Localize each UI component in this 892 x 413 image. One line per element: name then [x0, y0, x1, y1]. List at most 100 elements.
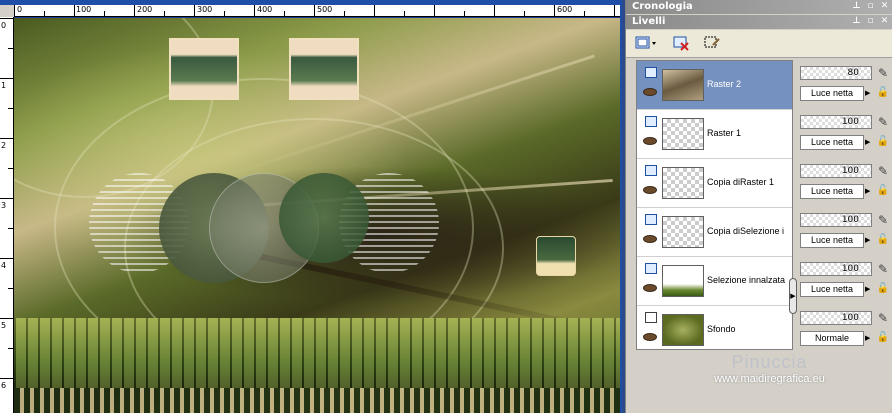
artwork-image[interactable]: [14, 18, 620, 413]
dropdown-arrow-icon[interactable]: ▶: [865, 234, 873, 247]
dropdown-arrow-icon[interactable]: ▶: [865, 332, 873, 345]
history-titlebar[interactable]: Cronologia ⊥ ▫ ✕: [626, 0, 892, 14]
raster-layer-icon: [645, 67, 657, 78]
ruler-tick: [44, 11, 45, 16]
eye-icon[interactable]: [643, 333, 657, 341]
blend-mode-select[interactable]: Luce netta: [800, 135, 864, 150]
lock-icon[interactable]: 🔓: [876, 233, 890, 247]
raster-layer-icon: [645, 214, 657, 225]
layer-row[interactable]: Raster 1: [637, 110, 792, 159]
dropdown-arrow-icon[interactable]: ▶: [865, 185, 873, 198]
ruler-tick: [224, 11, 225, 16]
layer-thumbnail: [662, 69, 704, 101]
brush-icon[interactable]: ✎: [876, 261, 890, 277]
opacity-value: 100: [841, 215, 859, 225]
ruler-top-label: 500: [317, 5, 333, 14]
layer-row[interactable]: Raster 2: [637, 61, 792, 110]
eye-icon[interactable]: [643, 284, 657, 292]
layers-title: Livelli: [632, 16, 666, 27]
layer-thumbnail: [662, 216, 704, 248]
opacity-slider[interactable]: 80: [800, 66, 872, 80]
app-root: 0 100 200 300 400 500 600 0 1 2 3 4 5 6 …: [0, 0, 892, 413]
layer-row[interactable]: Copia diRaster 1: [637, 159, 792, 208]
brush-icon[interactable]: ✎: [876, 65, 890, 81]
layer-name[interactable]: Selezione innalzata: [707, 275, 785, 285]
ruler-tick: [8, 228, 13, 229]
ruler-tick: [8, 108, 13, 109]
ruler-left-label: 3: [1, 201, 7, 210]
opacity-slider[interactable]: 100: [800, 115, 872, 129]
ruler-tick: [344, 11, 345, 16]
lock-icon[interactable]: 🔓: [876, 86, 890, 100]
ruler-left-label: 1: [1, 81, 7, 90]
eye-icon[interactable]: [643, 88, 657, 96]
brush-icon[interactable]: ✎: [876, 163, 890, 179]
brush-icon[interactable]: ✎: [876, 310, 890, 326]
brush-icon[interactable]: ✎: [876, 212, 890, 228]
ruler-top-label: 600: [557, 5, 573, 14]
blend-mode-select[interactable]: Luce netta: [800, 86, 864, 101]
new-layer-button[interactable]: [632, 34, 660, 54]
layer-name[interactable]: Copia diRaster 1: [707, 177, 774, 187]
layer-row[interactable]: Sfondo: [637, 306, 792, 355]
layer-name[interactable]: Raster 2: [707, 79, 741, 89]
layer-name[interactable]: Copia diSelezione i: [707, 226, 784, 236]
lamp-shape: [536, 236, 576, 276]
pin-icon[interactable]: ⊥: [851, 16, 862, 27]
ruler-tick: [8, 288, 13, 289]
layer-row[interactable]: Selezione innalzata: [637, 257, 792, 306]
dropdown-arrow-icon[interactable]: ▶: [865, 136, 873, 149]
close-icon[interactable]: ✕: [879, 16, 890, 27]
ruler-left-label: 6: [1, 381, 7, 390]
layer-thumbnail: [662, 265, 704, 297]
eye-icon[interactable]: [643, 186, 657, 194]
ruler-left-label: 0: [1, 21, 7, 30]
canvas-edge: [620, 5, 622, 413]
layers-toolbar: [626, 30, 892, 58]
layers-panel: Cronologia ⊥ ▫ ✕ Livelli ⊥ ▫ ✕ Raster 2 …: [625, 0, 892, 413]
layer-thumbnail: [662, 118, 704, 150]
ruler-tick: [134, 5, 135, 16]
lock-icon[interactable]: 🔓: [876, 184, 890, 198]
ruler-tick: [0, 198, 13, 199]
window-square-left: [169, 38, 239, 100]
ruler-tick: [0, 18, 13, 19]
layer-props-row: 100 ✎ Luce netta ▶ 🔓: [796, 207, 892, 256]
dropdown-arrow-icon[interactable]: ▶: [865, 283, 873, 296]
close-icon[interactable]: ✕: [879, 1, 890, 12]
opacity-slider[interactable]: 100: [800, 262, 872, 276]
dropdown-arrow-icon[interactable]: ▶: [865, 87, 873, 100]
canvas-area[interactable]: 0 100 200 300 400 500 600 0 1 2 3 4 5 6: [0, 0, 622, 413]
layers-titlebar[interactable]: Livelli ⊥ ▫ ✕: [626, 15, 892, 29]
ruler-top: 0 100 200 300 400 500 600: [14, 5, 620, 17]
brush-icon[interactable]: ✎: [876, 114, 890, 130]
opacity-slider[interactable]: 100: [800, 213, 872, 227]
layer-row[interactable]: Copia diSelezione i: [637, 208, 792, 257]
delete-layer-icon: [673, 35, 691, 54]
layers-list: Raster 2 Raster 1 Copia diRaster 1 Copia…: [636, 60, 793, 350]
layer-thumbnail: [662, 167, 704, 199]
mask-button[interactable]: [702, 34, 722, 54]
blend-mode-select[interactable]: Luce netta: [800, 233, 864, 248]
opacity-slider[interactable]: 100: [800, 164, 872, 178]
blend-mode-select[interactable]: Luce netta: [800, 184, 864, 199]
blend-mode-select[interactable]: Normale: [800, 331, 864, 346]
layer-props-row: 100 ✎ Luce netta ▶ 🔓: [796, 158, 892, 207]
lock-icon[interactable]: 🔓: [876, 135, 890, 149]
raster-layer-icon: [645, 165, 657, 176]
opacity-slider[interactable]: 100: [800, 311, 872, 325]
layer-name[interactable]: Sfondo: [707, 324, 736, 334]
lock-icon[interactable]: 🔓: [876, 331, 890, 345]
layer-name[interactable]: Raster 1: [707, 128, 741, 138]
textured-circle: [279, 173, 369, 263]
layer-thumbnail: [662, 314, 704, 346]
pin-icon[interactable]: ⊥: [851, 1, 862, 12]
ruler-tick: [614, 5, 615, 16]
restore-icon[interactable]: ▫: [865, 1, 876, 12]
blend-mode-select[interactable]: Luce netta: [800, 282, 864, 297]
lock-icon[interactable]: 🔓: [876, 282, 890, 296]
eye-icon[interactable]: [643, 137, 657, 145]
restore-icon[interactable]: ▫: [865, 16, 876, 27]
delete-layer-button[interactable]: [672, 34, 692, 54]
eye-icon[interactable]: [643, 235, 657, 243]
